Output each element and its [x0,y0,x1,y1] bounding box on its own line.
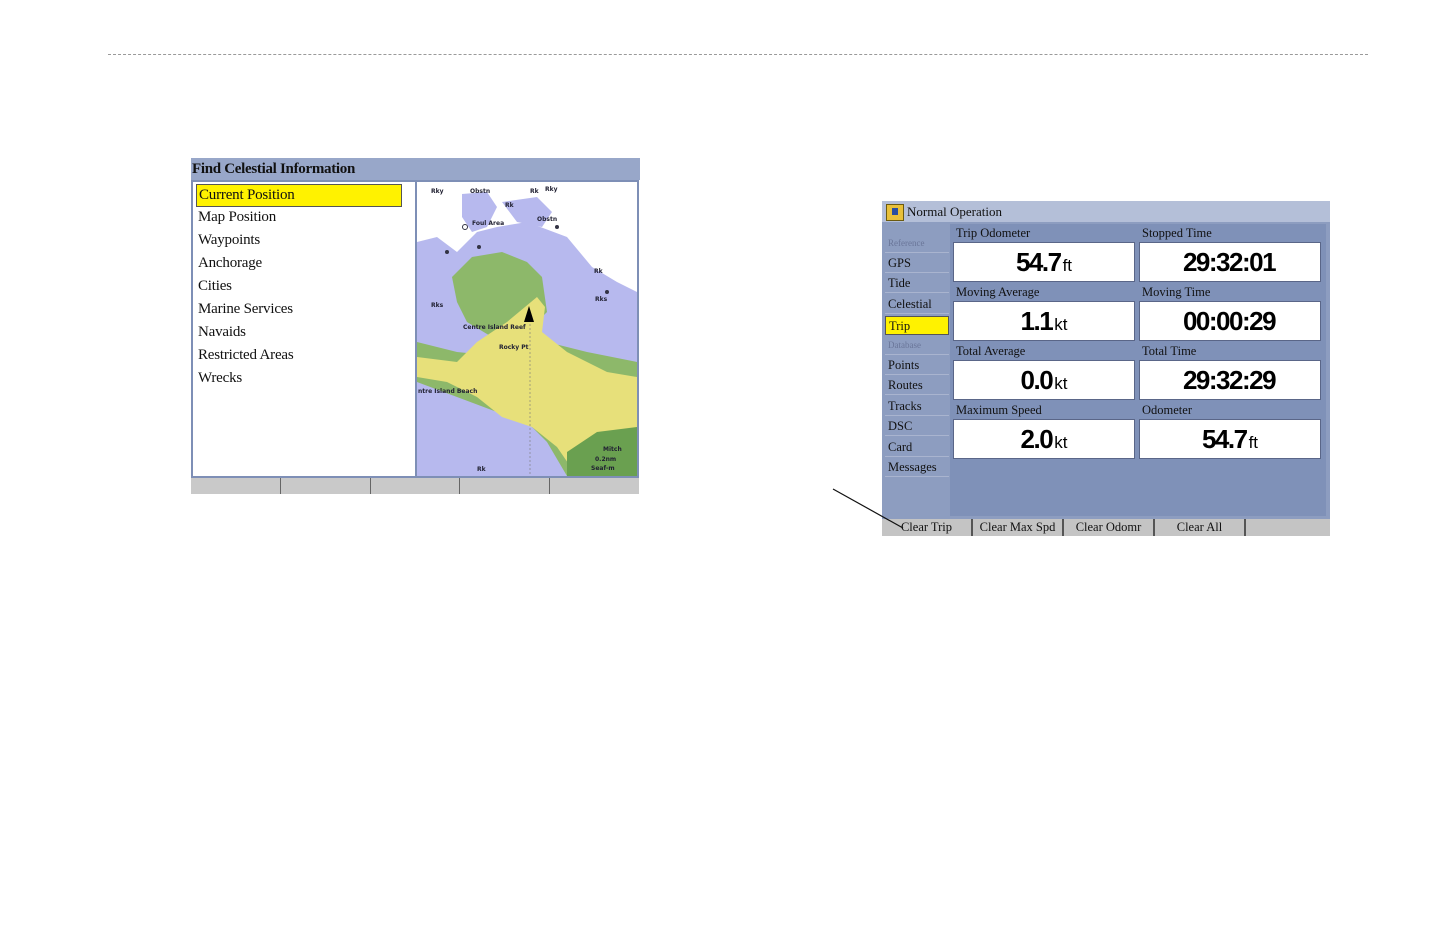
field-label: Total Average [956,344,1026,358]
field-value: 54.7 [1015,246,1062,277]
field-value: 29:32:29 [1182,364,1277,395]
field-label: Moving Time [1142,285,1211,299]
map-scale-label: 0.2nm [595,456,617,463]
list-item-anchorage[interactable]: Anchorage [196,253,262,274]
clear-all-button[interactable]: Clear All [1155,519,1246,536]
tab-routes[interactable]: Routes [885,376,949,395]
map-label: Rk [505,202,514,209]
celestial-softkey-bar [191,478,639,494]
field-value-box: 29:32:29 [1139,360,1321,400]
maximum-speed-field[interactable]: Maximum Speed 2.0 kt [953,401,1135,459]
chart-map-graphic [417,182,637,476]
list-item-cities[interactable]: Cities [196,276,232,297]
field-value: 0.0 [1020,364,1054,395]
list-item-waypoints[interactable]: Waypoints [196,230,260,251]
total-average-field[interactable]: Total Average 0.0 kt [953,342,1135,400]
field-unit: ft [1062,256,1073,275]
field-value-box: 29:32:01 [1139,242,1321,282]
trip-softkey-bar: Clear Trip Clear Max Spd Clear Odomr Cle… [882,519,1330,536]
odometer-field[interactable]: Odometer 54.7 ft [1139,401,1321,459]
tab-trip[interactable]: Trip [885,316,949,335]
softkey-2[interactable] [281,478,371,494]
field-value-box: 00:00:29 [1139,301,1321,341]
clear-max-speed-button[interactable]: Clear Max Spd [973,519,1064,536]
map-label: Seaf-m [591,465,615,472]
map-label: ntre Island Beach [418,388,478,395]
softkey-4[interactable] [460,478,551,494]
softkey-5[interactable] [1246,519,1330,536]
field-label: Maximum Speed [956,403,1042,417]
softkey-1[interactable] [191,478,281,494]
celestial-screen-title: Find Celestial Information [191,158,640,180]
field-value: 00:00:29 [1182,305,1277,336]
page-top-rule [108,54,1368,55]
field-unit: ft [1248,433,1259,452]
moving-average-field[interactable]: Moving Average 1.1 kt [953,283,1135,341]
clear-trip-button[interactable]: Clear Trip [882,519,973,536]
map-label: Rky [431,188,444,195]
list-item-map-position[interactable]: Map Position [196,207,276,228]
chart-folder-icon [886,204,904,221]
chart-map-preview[interactable]: Rky Obstn Rk Rky Rk Foul Area Obstn Rk R… [417,182,637,476]
total-time-field[interactable]: Total Time 29:32:29 [1139,342,1321,400]
tab-card[interactable]: Card [885,438,949,457]
field-value-box: 2.0 kt [953,419,1135,459]
tab-group-database: Database [885,336,949,355]
find-celestial-screen: Find Celestial Information Current Posit… [191,158,640,494]
map-label: Mitch [603,446,622,453]
map-label: Rky [545,186,558,193]
map-label: Obstn [470,188,491,195]
normal-operation-screen: Normal Operation Reference GPS Tide Cele… [882,201,1330,536]
main-menu-tabs: Reference GPS Tide Celestial Trip Databa… [885,224,949,516]
field-label: Trip Odometer [956,226,1031,240]
field-label: Odometer [1142,403,1192,417]
list-item-restricted-areas[interactable]: Restricted Areas [196,345,294,366]
moving-time-field[interactable]: Moving Time 00:00:29 [1139,283,1321,341]
field-value: 2.0 [1020,423,1054,454]
field-value-box: 54.7 ft [1139,419,1321,459]
trip-odometer-field[interactable]: Trip Odometer 54.7 ft [953,224,1135,282]
tab-gps[interactable]: GPS [885,254,949,273]
tab-points[interactable]: Points [885,356,949,375]
tab-group-reference: Reference [885,234,949,253]
field-label: Total Time [1142,344,1197,358]
map-label: Foul Area [472,220,505,227]
map-label: Rk [530,188,539,195]
list-item-current-position[interactable]: Current Position [196,184,402,207]
map-label: Centre Island Reef [463,324,526,331]
trip-data-fields: Trip Odometer 54.7 ft Stopped Time 29:32:… [950,224,1326,516]
stopped-time-field[interactable]: Stopped Time 29:32:01 [1139,224,1321,282]
field-label: Stopped Time [1142,226,1212,240]
list-item-marine-services[interactable]: Marine Services [196,299,293,320]
field-value: 29:32:01 [1182,246,1277,277]
map-label: Rk [477,466,486,473]
map-label: Rks [431,302,444,309]
field-value-box: 0.0 kt [953,360,1135,400]
field-unit: kt [1054,315,1068,334]
field-value: 1.1 [1020,305,1054,336]
map-label: Obstn [537,216,558,223]
field-label: Moving Average [956,285,1040,299]
normal-operation-title: Normal Operation [907,204,1002,219]
map-label: Rocky Pt [499,344,529,351]
map-label: Rk [594,268,603,275]
list-item-navaids[interactable]: Navaids [196,322,246,343]
tab-dsc[interactable]: DSC [885,417,949,436]
list-item-wrecks[interactable]: Wrecks [196,368,242,389]
softkey-5[interactable] [550,478,639,494]
tab-tide[interactable]: Tide [885,274,949,293]
field-value: 54.7 [1201,423,1248,454]
clear-odometer-button[interactable]: Clear Odomr [1064,519,1155,536]
field-value-box: 54.7 ft [953,242,1135,282]
softkey-3[interactable] [371,478,461,494]
field-unit: kt [1054,374,1068,393]
celestial-category-list: Current Position Map Position Waypoints … [193,182,415,476]
field-value-box: 1.1 kt [953,301,1135,341]
tab-celestial[interactable]: Celestial [885,295,949,314]
tab-tracks[interactable]: Tracks [885,397,949,416]
map-label: Rks [595,296,608,303]
field-unit: kt [1054,433,1068,452]
tab-messages[interactable]: Messages [885,458,949,477]
normal-operation-header: Normal Operation [882,201,1330,222]
